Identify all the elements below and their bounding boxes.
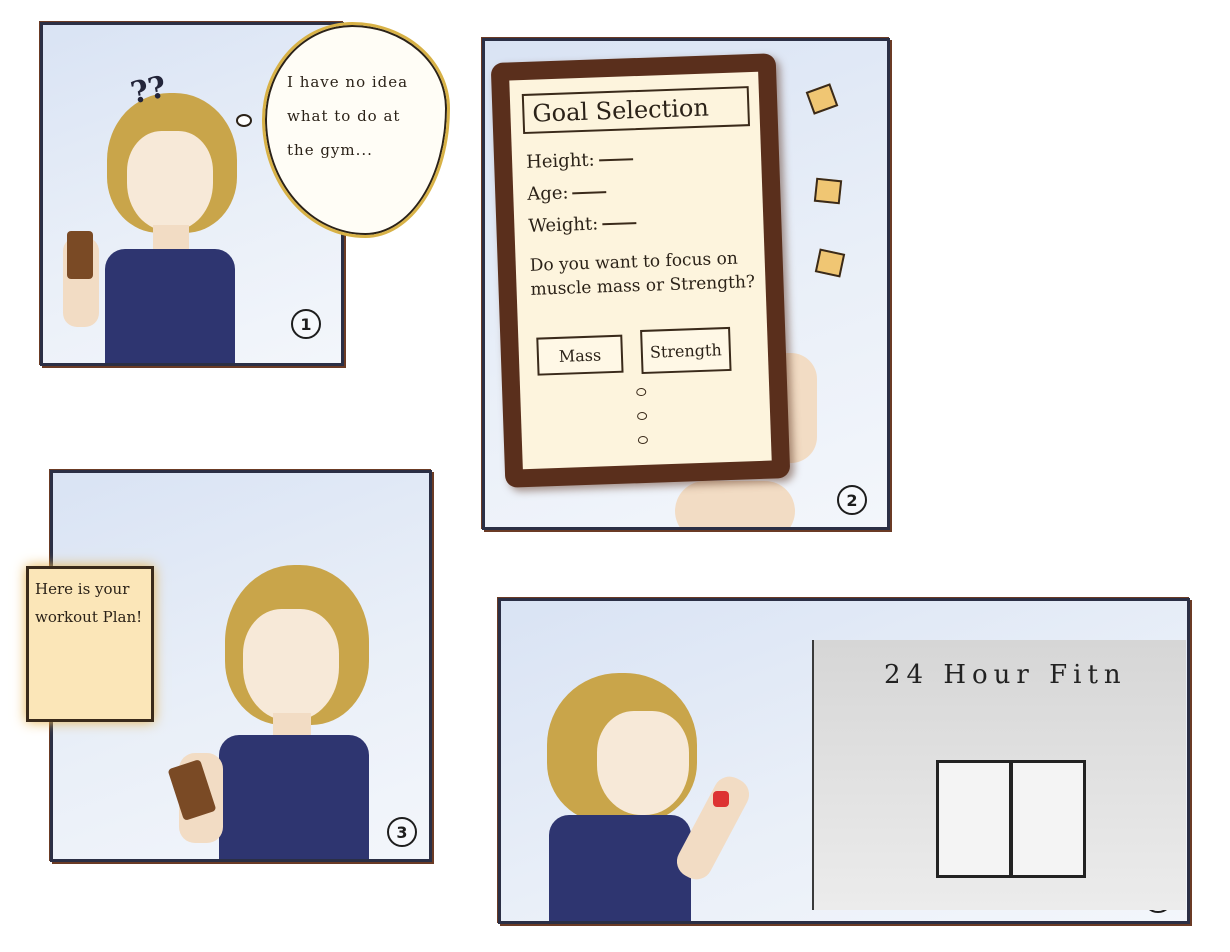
scroll-dot [637,435,649,445]
speech-bubble: Here is your workout Plan! [26,566,154,722]
character-tank-top [219,735,369,859]
gym-building: 24 Hour Fitn [812,640,1186,910]
hand-thumb [675,481,795,527]
goal-selection-screen: Goal Selection Height: Age: Weight: Do y… [509,71,772,470]
panel-number: 3 [387,817,417,847]
sketch-mark [814,248,846,278]
weight-input-blank[interactable] [602,222,637,226]
scroll-dot [636,411,648,421]
scroll-dot [636,387,647,397]
thought-bubble-dot [236,114,252,127]
speech-text: Here is your workout Plan! [35,580,143,626]
screen-title: Goal Selection [521,86,751,135]
height-field[interactable]: Height: [526,148,633,173]
mass-button[interactable]: Mass [536,334,624,376]
gym-sign: 24 Hour Fitn [884,660,1127,690]
focus-question: Do you want to focus on muscle mass or S… [529,248,756,300]
question-marks: ?? [127,69,170,112]
smartwatch [713,791,729,807]
height-input-blank[interactable] [598,158,633,162]
age-label: Age: [526,182,569,205]
weight-label: Weight: [528,213,599,237]
panel-number: 1 [291,309,321,339]
phone-in-hand [67,231,93,279]
weight-field[interactable]: Weight: [528,212,637,237]
height-label: Height: [525,149,596,173]
sketch-mark [813,177,843,205]
age-input-blank[interactable] [572,191,607,195]
character-tank-top [549,815,691,921]
gym-door-left [936,760,1012,878]
character-face [597,711,689,815]
phone-device: Goal Selection Height: Age: Weight: Do y… [490,53,791,488]
sketch-mark [805,83,839,115]
character-tank-top [105,249,235,363]
age-field[interactable]: Age: [527,181,607,205]
character-face [243,609,339,721]
thought-text: I have no idea what to do at the gym... [287,73,409,159]
strength-button[interactable]: Strength [640,326,732,375]
character-face [127,131,213,231]
gym-door-right [1010,760,1086,878]
panel-number: 2 [837,485,867,515]
